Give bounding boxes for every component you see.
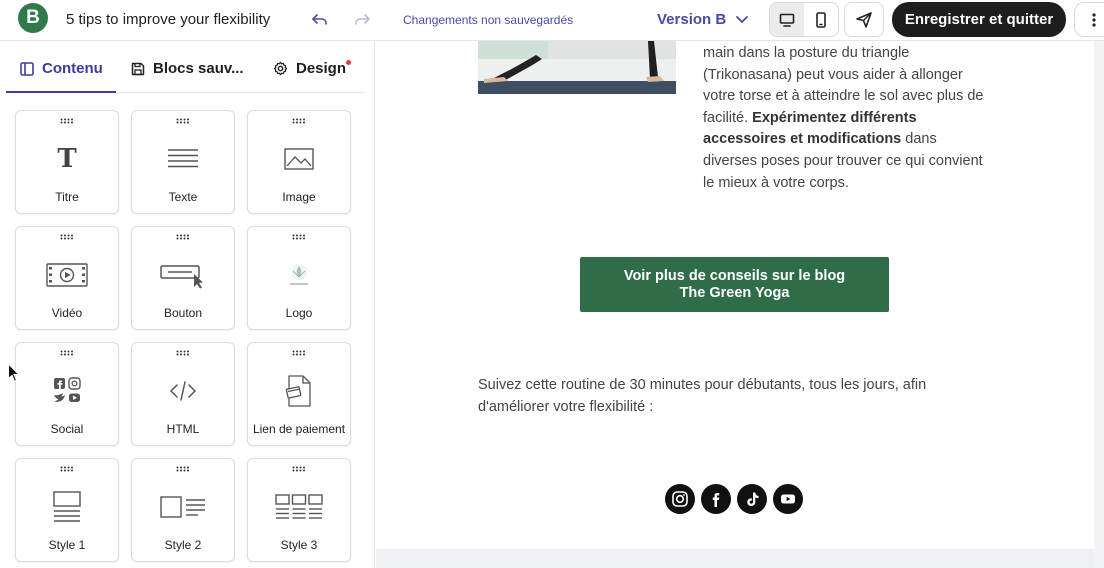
block-label: Bouton: [163, 306, 203, 320]
block-label: Social: [50, 422, 84, 436]
drag-handle-icon[interactable]: [60, 234, 74, 240]
redo-icon[interactable]: [352, 10, 372, 30]
block-label: Style 3: [280, 538, 318, 552]
unsaved-status: Changements non sauvegardés: [403, 13, 574, 27]
drag-handle-icon[interactable]: [176, 118, 190, 124]
title-icon: T: [57, 144, 77, 174]
drag-handle-icon[interactable]: [176, 466, 190, 472]
block-label: Style 2: [164, 538, 202, 552]
block-style-2[interactable]: Style 2: [131, 458, 235, 562]
yoga-pose-image[interactable]: [478, 41, 676, 94]
article-paragraph: main dans la posture du triangle (Trikon…: [703, 43, 993, 194]
mobile-icon: [816, 11, 826, 28]
block-label: Lien de paiement: [252, 422, 346, 436]
logo-icon: [275, 257, 323, 293]
style2-icon: [159, 489, 207, 525]
instagram-icon[interactable]: [665, 484, 695, 514]
more-vertical-icon: [1092, 12, 1096, 27]
tab-blocs-sauvegardes[interactable]: Blocs sauv...: [131, 60, 244, 77]
send-icon: [856, 11, 872, 28]
canvas-scroll-gutter[interactable]: [1094, 41, 1104, 568]
social-icon: [43, 373, 91, 409]
version-label: Version B: [657, 11, 727, 28]
logo-letter: B: [26, 7, 40, 28]
image-icon: [275, 141, 323, 177]
block-label: Titre: [55, 190, 79, 204]
block-logo[interactable]: Logo: [247, 226, 351, 330]
text-icon: [159, 141, 207, 177]
block-label: Logo: [285, 306, 313, 320]
save-and-quit-button[interactable]: Enregistrer et quitter: [892, 2, 1066, 37]
drag-handle-icon[interactable]: [292, 234, 306, 240]
mobile-view-button[interactable]: [804, 3, 838, 36]
facebook-icon[interactable]: [701, 484, 731, 514]
drag-handle-icon[interactable]: [292, 118, 306, 124]
mouse-cursor-icon: [8, 363, 20, 382]
email-footer-area: [376, 549, 1094, 568]
drag-handle-icon[interactable]: [292, 466, 306, 472]
routine-paragraph: Suivez cette routine de 30 minutes pour …: [478, 377, 927, 415]
block-label: HTML: [166, 422, 200, 436]
drag-handle-icon[interactable]: [60, 466, 74, 472]
social-links: [665, 484, 803, 514]
desktop-icon: [779, 13, 795, 27]
style1-icon: [43, 489, 91, 525]
block-lien-de-paiement[interactable]: Lien de paiement: [247, 342, 351, 446]
sidebar-tabs: Contenu Blocs sauv... Design: [0, 41, 375, 93]
code-icon: [159, 373, 207, 409]
desktop-view-button[interactable]: [770, 3, 804, 36]
active-tab-indicator: [6, 91, 116, 93]
block-image[interactable]: Image: [247, 110, 351, 214]
save-icon: [131, 62, 145, 75]
block-style-1[interactable]: Style 1: [15, 458, 119, 562]
drag-handle-icon[interactable]: [176, 234, 190, 240]
sidebar: Contenu Blocs sauv... Design T Titre Tex…: [0, 41, 375, 568]
block-social[interactable]: Social: [15, 342, 119, 446]
tab-label: Blocs sauv...: [153, 60, 244, 77]
block-html[interactable]: HTML: [131, 342, 235, 446]
block-style-3[interactable]: Style 3: [247, 458, 351, 562]
undo-icon[interactable]: [310, 10, 330, 30]
more-options-button[interactable]: [1074, 2, 1104, 37]
gear-icon: [273, 61, 288, 76]
block-label: Image: [282, 190, 316, 204]
tab-label: Contenu: [42, 60, 103, 77]
block-label: Style 1: [48, 538, 86, 552]
chevron-down-icon: [736, 15, 749, 23]
button-icon: [159, 257, 207, 293]
drag-handle-icon[interactable]: [60, 350, 74, 356]
tab-design[interactable]: Design: [273, 60, 346, 77]
tiktok-icon[interactable]: [737, 484, 767, 514]
notification-dot: [346, 60, 351, 65]
style3-icon: [275, 489, 323, 525]
block-video[interactable]: Vidéo: [15, 226, 119, 330]
cta-line-2: The Green Yoga: [679, 284, 790, 301]
youtube-icon[interactable]: [773, 484, 803, 514]
block-label: Vidéo: [51, 306, 83, 320]
blog-cta-button[interactable]: Voir plus de conseils sur le blog The Gr…: [580, 257, 889, 312]
video-icon: [43, 257, 91, 293]
cta-line-1: Voir plus de conseils sur le blog: [623, 267, 846, 284]
drag-handle-icon[interactable]: [60, 118, 74, 124]
brand-logo[interactable]: B: [18, 3, 48, 33]
layout-icon: [20, 61, 34, 76]
tab-contenu[interactable]: Contenu: [20, 60, 103, 77]
send-test-button[interactable]: [844, 2, 884, 37]
block-titre[interactable]: T Titre: [15, 110, 119, 214]
version-selector[interactable]: Version B: [657, 11, 749, 28]
block-bouton[interactable]: Bouton: [131, 226, 235, 330]
drag-handle-icon[interactable]: [176, 350, 190, 356]
top-bar: B 5 tips to improve your flexibility Cha…: [0, 0, 1104, 41]
document-title[interactable]: 5 tips to improve your flexibility: [66, 11, 270, 28]
block-texte[interactable]: Texte: [131, 110, 235, 214]
drag-handle-icon[interactable]: [292, 350, 306, 356]
device-toggle: [769, 2, 839, 37]
block-label: Texte: [168, 190, 198, 204]
payment-link-icon: [275, 373, 323, 409]
tab-label: Design: [296, 60, 347, 77]
